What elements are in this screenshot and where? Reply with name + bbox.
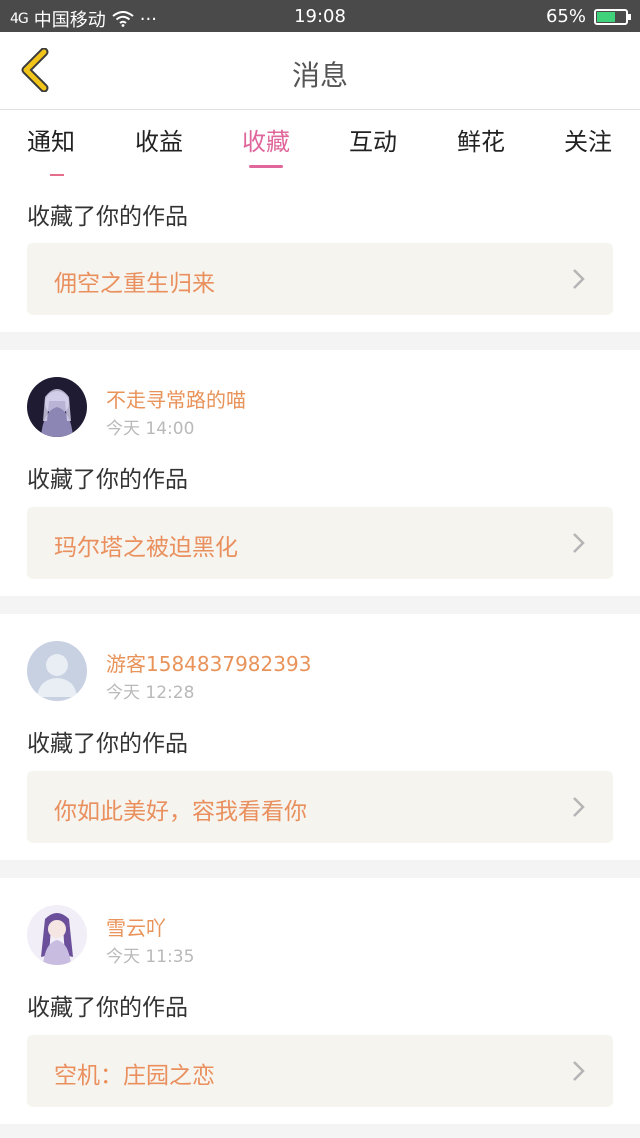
work-title: 佣空之重生归来: [54, 271, 215, 297]
tab-label: 鲜花: [457, 128, 505, 156]
tab-label: 收益: [135, 128, 183, 156]
action-text: 收藏了你的作品: [27, 995, 188, 1021]
work-link[interactable]: 佣空之重生归来: [27, 243, 613, 315]
tab-label: 关注: [564, 128, 612, 156]
work-link[interactable]: 你如此美好，容我看看你: [27, 771, 613, 843]
work-title: 空机：庄园之恋: [54, 1063, 215, 1089]
tab-follow[interactable]: 关注: [543, 122, 633, 157]
avatar[interactable]: [27, 641, 87, 701]
timestamp: 今天 11:35: [106, 947, 195, 967]
tab-favorites[interactable]: 收藏: [221, 122, 311, 168]
tab-interaction[interactable]: 互动: [328, 122, 418, 157]
avatar[interactable]: [27, 905, 87, 965]
clock: 19:08: [294, 6, 346, 27]
action-text: 收藏了你的作品: [27, 204, 188, 230]
tab-bar: 通知 收益 收藏 互动 鲜花 关注: [0, 110, 640, 168]
chevron-right-icon: [573, 1061, 585, 1081]
work-link[interactable]: 空机：庄园之恋: [27, 1035, 613, 1107]
tab-label: 通知: [27, 128, 75, 156]
username[interactable]: 雪云吖: [106, 912, 166, 941]
tab-label: 收藏: [242, 128, 290, 156]
action-text: 收藏了你的作品: [27, 467, 188, 493]
list-item: 游客1584837982393 今天 12:28 收藏了你的作品 你如此美好，容…: [0, 614, 640, 860]
list-item: 不走寻常路的喵 今天 14:00 收藏了你的作品 玛尔塔之被迫黑化: [0, 350, 640, 596]
work-title: 你如此美好，容我看看你: [54, 799, 307, 825]
tab-notify[interactable]: 通知: [6, 122, 96, 157]
status-bar: 4G 中国移动 ··· 19:08 65%: [0, 0, 640, 32]
chevron-right-icon: [573, 797, 585, 817]
header-bar: 消息: [0, 32, 640, 110]
battery-percent: 65%: [545, 6, 586, 27]
timestamp: 今天 14:00: [106, 419, 195, 439]
work-title: 玛尔塔之被迫黑化: [54, 535, 238, 561]
chevron-right-icon: [573, 269, 585, 289]
avatar[interactable]: [27, 377, 87, 437]
action-text: 收藏了你的作品: [27, 731, 188, 757]
username[interactable]: 不走寻常路的喵: [106, 384, 246, 413]
chevron-right-icon: [573, 533, 585, 553]
work-link[interactable]: 玛尔塔之被迫黑化: [27, 507, 613, 579]
timestamp: 今天 12:28: [106, 683, 195, 703]
tab-earnings[interactable]: 收益: [114, 122, 204, 157]
message-list: 收藏了你的作品 佣空之重生归来 不走寻常路的喵 今天 14:00 收藏了你的作品…: [0, 168, 640, 1138]
list-item: 雪云吖 今天 11:35 收藏了你的作品 空机：庄园之恋: [0, 878, 640, 1124]
list-item: 收藏了你的作品 佣空之重生归来: [0, 168, 640, 332]
scrolled-name-fragment: [50, 174, 64, 176]
tab-label: 互动: [349, 128, 397, 156]
page-title: 消息: [291, 59, 348, 92]
username[interactable]: 游客1584837982393: [106, 648, 311, 677]
tab-flowers[interactable]: 鲜花: [436, 122, 526, 157]
battery-icon: [594, 8, 631, 25]
